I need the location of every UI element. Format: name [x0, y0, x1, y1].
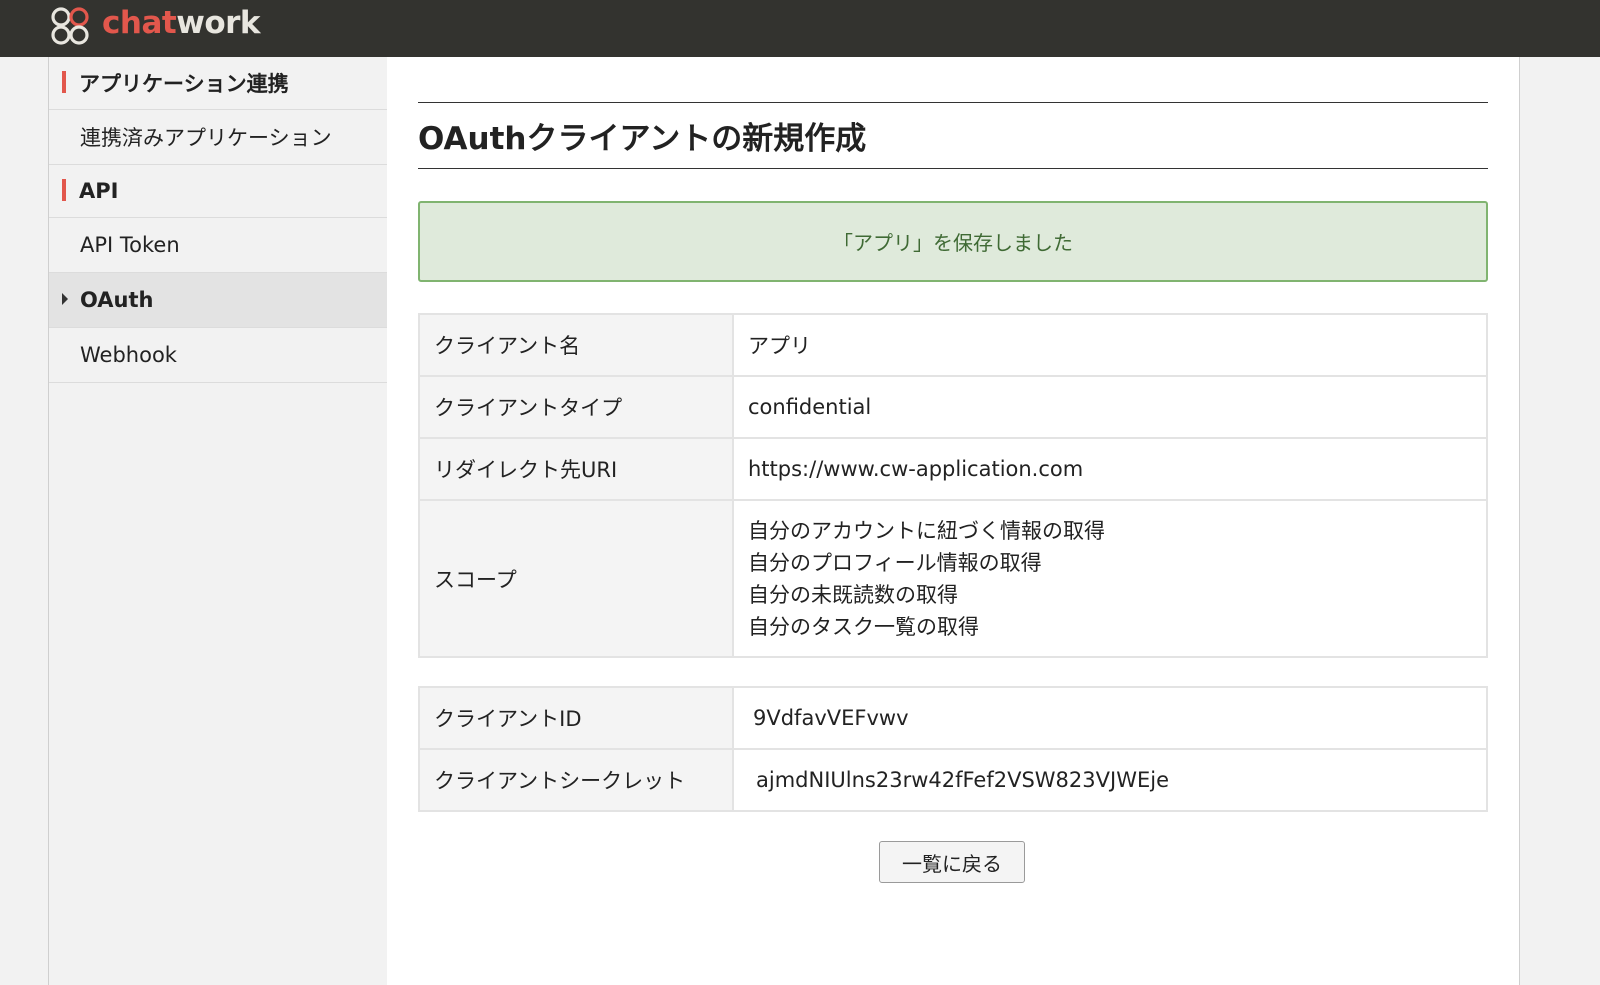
- client-name-label: クライアント名: [418, 313, 734, 377]
- scope-value: 自分のアカウントに紐づく情報の取得 自分のプロフィール情報の取得 自分の未既読数…: [732, 499, 1488, 658]
- table-row: クライアントタイプ confidential: [418, 375, 1488, 439]
- table-row: リダイレクト先URI https://www.cw-application.co…: [418, 437, 1488, 501]
- sidebar-heading-api: API: [49, 165, 387, 218]
- scope-item: 自分のタスク一覧の取得: [748, 614, 979, 639]
- scope-item: 自分のアカウントに紐づく情報の取得: [748, 518, 1105, 543]
- page-title-bar: OAuthクライアントの新規作成: [418, 102, 1488, 169]
- client-secret-label: クライアントシークレット: [418, 748, 734, 812]
- main-content: OAuthクライアントの新規作成 「アプリ」を保存しました クライアント名 アプ…: [387, 57, 1520, 985]
- scope-item: 自分のプロフィール情報の取得: [748, 550, 1042, 575]
- success-notice-text: 「アプリ」を保存しました: [833, 231, 1073, 255]
- table-row: クライアントID 9VdfavVEFvwv: [418, 686, 1488, 750]
- sidebar: アプリケーション連携 連携済みアプリケーション API API Token OA…: [48, 57, 388, 985]
- table-row: クライアント名 アプリ: [418, 313, 1488, 377]
- sidebar-item-label: Webhook: [80, 343, 177, 367]
- sidebar-item-label: OAuth: [80, 288, 154, 312]
- sidebar-heading-app-integration: アプリケーション連携: [49, 57, 387, 110]
- client-details-table: クライアント名 アプリ クライアントタイプ confidential リダイレク…: [418, 313, 1488, 658]
- sidebar-item-api-token[interactable]: API Token: [49, 218, 387, 273]
- page-title: OAuthクライアントの新規作成: [418, 121, 867, 157]
- scope-list: 自分のアカウントに紐づく情報の取得 自分のプロフィール情報の取得 自分の未既読数…: [748, 515, 1485, 643]
- success-notice: 「アプリ」を保存しました: [418, 201, 1488, 282]
- client-name-value: アプリ: [732, 313, 1488, 377]
- redirect-uri-label: リダイレクト先URI: [418, 437, 734, 501]
- logo-text: chatwork: [102, 5, 261, 41]
- client-type-value: confidential: [732, 375, 1488, 439]
- caret-right-icon: [62, 293, 68, 305]
- client-id-label: クライアントID: [418, 686, 734, 750]
- sidebar-item-oauth[interactable]: OAuth: [49, 273, 387, 328]
- table-row: スコープ 自分のアカウントに紐づく情報の取得 自分のプロフィール情報の取得 自分…: [418, 499, 1488, 658]
- scope-label: スコープ: [418, 499, 734, 658]
- chatwork-logo[interactable]: chatwork: [48, 2, 261, 52]
- client-type-label: クライアントタイプ: [418, 375, 734, 439]
- client-id-value[interactable]: 9VdfavVEFvwv: [732, 686, 1488, 750]
- sidebar-item-label: 連携済みアプリケーション: [80, 126, 332, 150]
- client-secret-value[interactable]: ajmdNIUlns23rw42fFef2VSW823VJWEje: [732, 748, 1488, 812]
- sidebar-item-connected-apps[interactable]: 連携済みアプリケーション: [49, 110, 387, 165]
- sidebar-item-label: API Token: [80, 233, 180, 257]
- scope-item: 自分の未既読数の取得: [748, 582, 958, 607]
- top-bar: chatwork: [0, 0, 1600, 57]
- back-to-list-button[interactable]: 一覧に戻る: [879, 841, 1025, 883]
- client-credentials-table: クライアントID 9VdfavVEFvwv クライアントシークレット ajmdN…: [418, 686, 1488, 812]
- chatwork-logo-icon: [51, 7, 89, 45]
- redirect-uri-value: https://www.cw-application.com: [732, 437, 1488, 501]
- table-row: クライアントシークレット ajmdNIUlns23rw42fFef2VSW823…: [418, 748, 1488, 812]
- sidebar-item-webhook[interactable]: Webhook: [49, 328, 387, 383]
